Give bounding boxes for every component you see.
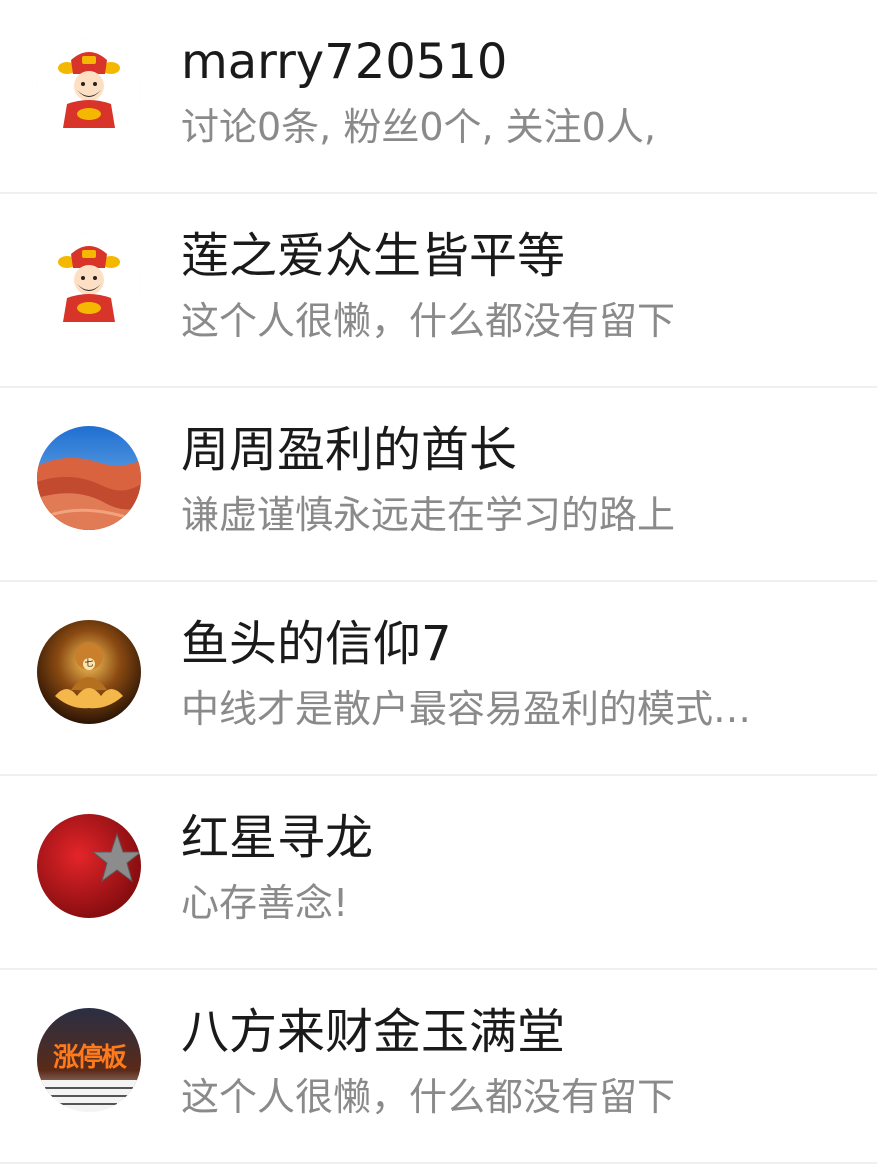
user-list: marry720510 讨论0条, 粉丝0个, 关注0人, 莲之爱众生皆平等 这… [0,0,877,1164]
user-list-item[interactable]: 七 鱼头的信仰7 中线才是散户最容易盈利的模式… [0,582,877,776]
user-bio: 心存善念! [181,881,349,925]
user-name[interactable]: 红星寻龙 [181,808,373,868]
golden-buddha-avatar[interactable]: 七 [37,620,141,724]
user-list-item[interactable]: 莲之爱众生皆平等 这个人很懒，什么都没有留下 [0,194,877,388]
user-list-item[interactable]: 涨停板 八方来财金玉满堂 这个人很懒，什么都没有留下 [0,970,877,1164]
god-of-wealth-avatar[interactable] [37,38,141,142]
user-bio: 谦虚谨慎永远走在学习的路上 [181,493,676,537]
user-name[interactable]: marry720510 [181,32,507,92]
user-name[interactable]: 鱼头的信仰7 [181,614,452,674]
limit-up-board-avatar[interactable]: 涨停板 [37,1008,141,1112]
user-name[interactable]: 周周盈利的酋长 [181,420,517,480]
user-name[interactable]: 八方来财金玉满堂 [181,1002,565,1062]
user-bio: 讨论0条, 粉丝0个, 关注0人, [181,105,656,149]
red-canyon-photo-avatar[interactable] [37,426,141,530]
avatar-badge-text: 涨停板 [52,1043,127,1073]
user-bio: 中线才是散户最容易盈利的模式… [181,687,752,731]
user-list-item[interactable]: marry720510 讨论0条, 粉丝0个, 关注0人, [0,0,877,194]
user-list-item[interactable]: 红星寻龙 心存善念! [0,776,877,970]
god-of-wealth-avatar[interactable] [37,232,141,336]
red-star-avatar[interactable] [37,814,141,918]
user-list-item[interactable]: 周周盈利的酋长 谦虚谨慎永远走在学习的路上 [0,388,877,582]
avatar-badge-text: 七 [84,659,94,669]
user-name[interactable]: 莲之爱众生皆平等 [181,226,565,286]
user-bio: 这个人很懒，什么都没有留下 [181,299,676,343]
user-bio: 这个人很懒，什么都没有留下 [181,1075,676,1119]
